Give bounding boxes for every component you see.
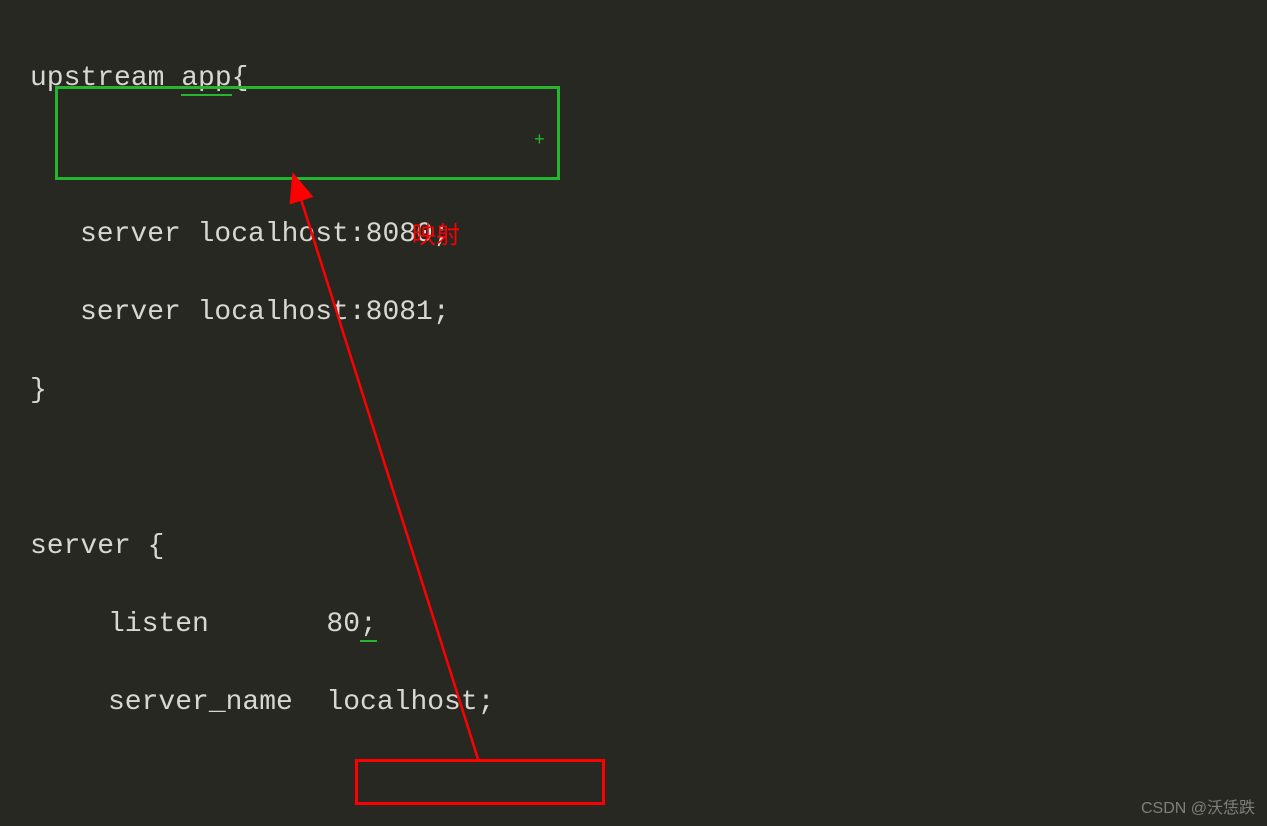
code-line — [0, 137, 1267, 176]
code-text: ; — [360, 609, 377, 642]
code-text: { — [232, 63, 249, 94]
code-block: upstream app{ server localhost:8080; ser… — [0, 0, 1267, 826]
code-line: server_name localhost; — [0, 683, 1267, 722]
code-line: server { — [0, 527, 1267, 566]
code-line: listen 80; — [0, 605, 1267, 644]
code-text: server { — [30, 531, 164, 562]
code-text: } — [30, 375, 47, 406]
code-line: server localhost:8080; — [0, 215, 1267, 254]
code-text: app — [181, 63, 231, 96]
code-line: upstream app{ — [0, 59, 1267, 98]
code-line — [0, 761, 1267, 800]
code-text: listen 80 — [108, 609, 360, 640]
code-text: server_name localhost; — [108, 687, 494, 718]
code-text: server localhost:8081; — [80, 297, 450, 328]
code-text: upstream — [30, 63, 181, 94]
code-text: server localhost:8080; — [80, 219, 450, 250]
code-line: server localhost:8081; — [0, 293, 1267, 332]
code-line — [0, 449, 1267, 488]
code-line: } — [0, 371, 1267, 410]
